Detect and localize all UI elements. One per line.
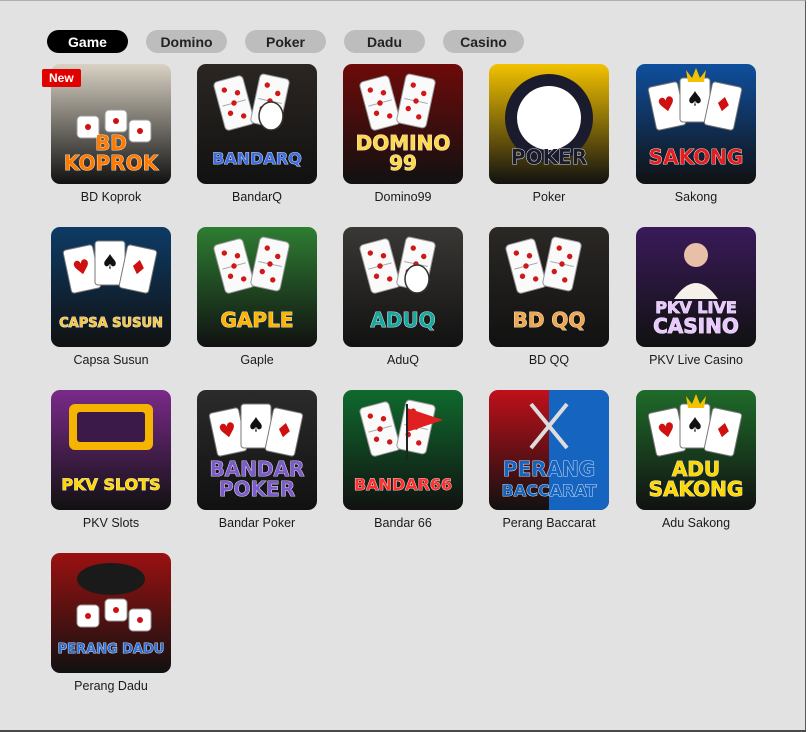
svg-text:BANDARQ: BANDARQ bbox=[212, 149, 302, 168]
king-cards-icon[interactable]: ♥ ♠ ♦ SAKONG bbox=[636, 64, 756, 184]
game-label: Capsa Susun bbox=[73, 353, 149, 367]
gaple-domino-icon[interactable]: GAPLE bbox=[197, 227, 317, 347]
game-tile[interactable]: BD KOPROK New BD Koprok bbox=[42, 64, 192, 209]
game-tile[interactable]: BANDAR66 Bandar 66 bbox=[338, 390, 484, 535]
game-label: BD QQ bbox=[528, 353, 570, 367]
live-dealer-icon[interactable]: PKV LIVE CASINO bbox=[636, 227, 756, 347]
game-tile[interactable]: DOMINO 99 Domino99 bbox=[338, 64, 484, 209]
new-badge: New bbox=[42, 69, 81, 87]
tab-game[interactable]: Game bbox=[47, 30, 128, 53]
domino-hand-icon[interactable]: ADUQ bbox=[343, 227, 463, 347]
domino-flag-icon[interactable]: BANDAR66 bbox=[343, 390, 463, 510]
game-tile[interactable]: PKV SLOTS PKV Slots bbox=[46, 390, 192, 535]
svg-text:CAPSA SUSUN: CAPSA SUSUN bbox=[59, 316, 163, 331]
game-tile[interactable]: ADUQ AduQ bbox=[338, 227, 484, 372]
svg-text:KOPROK: KOPROK bbox=[64, 151, 160, 175]
svg-text:ADUQ: ADUQ bbox=[370, 308, 435, 332]
game-label: Gaple bbox=[240, 353, 274, 367]
tab-dadu[interactable]: Dadu bbox=[344, 30, 425, 53]
svg-text:PERANG DADU: PERANG DADU bbox=[58, 642, 165, 657]
dice-cup-icon[interactable]: PERANG DADU bbox=[51, 553, 171, 673]
svg-text:CASINO: CASINO bbox=[653, 314, 739, 338]
svg-text:♠: ♠ bbox=[101, 250, 119, 273]
poker-cards-icon[interactable]: ♥ ♠ ♦ BANDAR POKER bbox=[197, 390, 317, 510]
svg-text:BACCARAT: BACCARAT bbox=[502, 481, 597, 500]
svg-text:PKV SLOTS: PKV SLOTS bbox=[61, 475, 160, 494]
game-tile[interactable]: ♥ ♠ ♦ ADU SAKONG Adu Sakong bbox=[631, 390, 777, 535]
svg-text:SAKONG: SAKONG bbox=[649, 145, 744, 169]
game-label: Perang Baccarat bbox=[502, 516, 596, 530]
svg-text:99: 99 bbox=[389, 151, 417, 175]
game-tile[interactable]: PERANG DADU Perang Dadu bbox=[46, 553, 192, 698]
game-label: PKV Live Casino bbox=[649, 353, 743, 367]
game-label: BD Koprok bbox=[80, 190, 142, 204]
game-lobby-panel: Game Domino Poker Dadu Casino BD KOPROK Ne… bbox=[0, 0, 806, 732]
game-label: Adu Sakong bbox=[661, 516, 731, 530]
slot-machine-icon[interactable]: PKV SLOTS bbox=[51, 390, 171, 510]
svg-text:POKER: POKER bbox=[511, 145, 587, 169]
tab-casino[interactable]: Casino bbox=[443, 30, 524, 53]
svg-text:♠: ♠ bbox=[686, 413, 704, 436]
game-tile[interactable]: BD QQ BD QQ bbox=[484, 227, 630, 372]
game-label: AduQ bbox=[387, 353, 419, 367]
tab-domino[interactable]: Domino bbox=[146, 30, 227, 53]
game-label: PKV Slots bbox=[82, 516, 140, 530]
game-label: BandarQ bbox=[231, 190, 283, 204]
svg-text:BANDAR66: BANDAR66 bbox=[354, 475, 452, 494]
crossed-swords-icon[interactable]: PERANG BACCARAT bbox=[489, 390, 609, 510]
game-label: Sakong bbox=[674, 190, 718, 204]
svg-text:GAPLE: GAPLE bbox=[221, 308, 294, 332]
svg-text:SAKONG: SAKONG bbox=[649, 477, 744, 501]
game-tile[interactable]: PERANG BACCARAT Perang Baccarat bbox=[484, 390, 630, 535]
game-label: Domino99 bbox=[374, 190, 432, 204]
tab-poker[interactable]: Poker bbox=[245, 30, 326, 53]
game-tile[interactable]: ♥ ♠ ♦ SAKONG Sakong bbox=[631, 64, 777, 209]
game-tile[interactable]: ♥ ♠ ♦ BANDAR POKER Bandar Poker bbox=[192, 390, 338, 535]
domino-tiles-icon[interactable]: BD QQ bbox=[489, 227, 609, 347]
game-tile[interactable]: POKER Poker bbox=[484, 64, 630, 209]
game-label: Poker bbox=[532, 190, 566, 204]
game-tile[interactable]: PKV LIVE CASINO PKV Live Casino bbox=[631, 227, 777, 372]
game-tile[interactable]: BANDARQ BandarQ bbox=[192, 64, 338, 209]
poker-chip-icon[interactable]: POKER bbox=[489, 64, 609, 184]
game-label: Perang Dadu bbox=[74, 679, 148, 693]
game-label: Bandar 66 bbox=[374, 516, 432, 530]
svg-text:BD QQ: BD QQ bbox=[513, 308, 586, 332]
capsa-cards-icon[interactable]: ♥ ♠ ♦ CAPSA SUSUN bbox=[51, 227, 171, 347]
king-cards-icon[interactable]: ♥ ♠ ♦ ADU SAKONG bbox=[636, 390, 756, 510]
game-tile[interactable]: ♥ ♠ ♦ CAPSA SUSUN Capsa Susun bbox=[46, 227, 192, 372]
game-label: Bandar Poker bbox=[218, 516, 296, 530]
domino-hand-icon[interactable]: BANDARQ bbox=[197, 64, 317, 184]
svg-text:PERANG: PERANG bbox=[503, 457, 595, 481]
domino-tiles-icon[interactable]: DOMINO 99 bbox=[343, 64, 463, 184]
svg-text:♠: ♠ bbox=[247, 413, 265, 436]
svg-text:♠: ♠ bbox=[686, 87, 704, 110]
game-tile[interactable]: GAPLE Gaple bbox=[192, 227, 338, 372]
svg-text:POKER: POKER bbox=[219, 477, 295, 501]
